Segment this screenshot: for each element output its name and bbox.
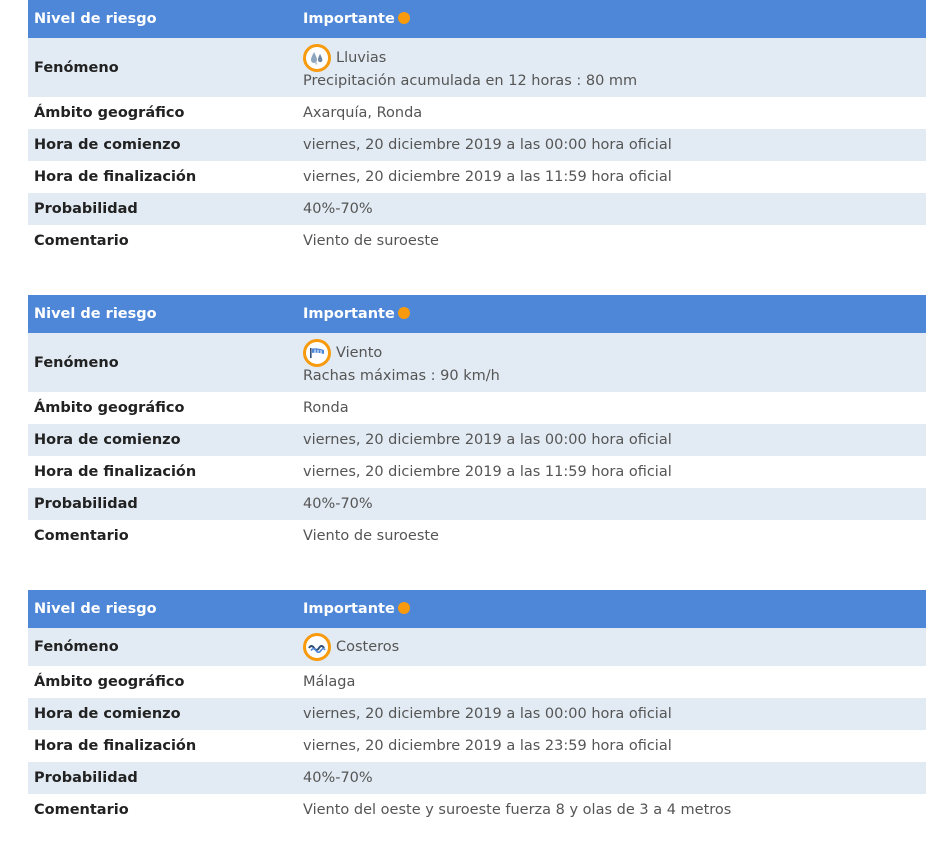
risk-level-text: Importante [303, 11, 395, 27]
phenomenon-row: Fenómeno Costeros [28, 628, 926, 666]
comment-label: Comentario [34, 233, 129, 249]
start-label: Hora de comienzo [28, 129, 297, 161]
area-value: Ronda [303, 400, 349, 416]
risk-level-label: Nivel de riesgo [28, 295, 297, 333]
phenomenon-label: Fenómeno [28, 333, 297, 392]
end-value: viernes, 20 diciembre 2019 a las 11:59 h… [303, 169, 672, 185]
area-label: Ámbito geográfico [34, 400, 185, 416]
risk-level-label: Nivel de riesgo [28, 590, 297, 628]
area-value: Málaga [303, 674, 356, 690]
phenomenon-row: Fenómeno Lluvias Precipitación acumulada… [28, 38, 926, 97]
phenomenon-name: Lluvias [336, 49, 387, 66]
area-row: Ámbito geográfico Ronda [28, 392, 926, 424]
phenomenon-label: Fenómeno [28, 628, 297, 666]
end-label: Hora de finalización [34, 464, 197, 480]
start-row: Hora de comienzo viernes, 20 diciembre 2… [28, 129, 926, 161]
phenomenon-name: Viento [336, 344, 383, 361]
risk-level-row: Nivel de riesgo Importante [28, 295, 926, 333]
comment-row: Comentario Viento de suroeste [28, 520, 926, 552]
probability-value: 40%-70% [297, 762, 926, 794]
comment-value: Viento de suroeste [303, 528, 439, 544]
start-value: viernes, 20 diciembre 2019 a las 00:00 h… [297, 424, 926, 456]
warning-table: Nivel de riesgo Importante Fenómeno Cost… [28, 590, 926, 826]
area-row: Ámbito geográfico Málaga [28, 666, 926, 698]
probability-row: Probabilidad 40%-70% [28, 488, 926, 520]
risk-level-dot-icon [397, 307, 410, 319]
comment-label: Comentario [34, 528, 129, 544]
risk-level-text: Importante [303, 601, 395, 617]
start-label: Hora de comienzo [28, 424, 297, 456]
rain-drops-icon [303, 43, 331, 72]
comment-value: Viento del oeste y suroeste fuerza 8 y o… [303, 802, 732, 818]
start-row: Hora de comienzo viernes, 20 diciembre 2… [28, 698, 926, 730]
start-label: Hora de comienzo [28, 698, 297, 730]
phenomenon-row: Fenómeno Viento Rachas máximas : 90 km/h [28, 333, 926, 392]
probability-label: Probabilidad [28, 762, 297, 794]
risk-level-dot-icon [397, 602, 410, 614]
warning-table: Nivel de riesgo Importante Fenómeno Lluv… [28, 0, 926, 257]
risk-level-row: Nivel de riesgo Importante [28, 590, 926, 628]
phenomenon-value: Viento Rachas máximas : 90 km/h [297, 333, 926, 392]
end-label: Hora de finalización [34, 738, 197, 754]
phenomenon-name: Costeros [336, 639, 400, 655]
probability-row: Probabilidad 40%-70% [28, 762, 926, 794]
risk-level-text: Importante [303, 306, 395, 322]
risk-level-value: Importante [297, 590, 926, 628]
comment-label: Comentario [34, 802, 129, 818]
area-row: Ámbito geográfico Axarquía, Ronda [28, 97, 926, 129]
warning-table: Nivel de riesgo Importante Fenómeno Vien… [28, 295, 926, 552]
phenomenon-value: Costeros [297, 628, 926, 666]
start-value: viernes, 20 diciembre 2019 a las 00:00 h… [297, 698, 926, 730]
risk-level-value: Importante [297, 295, 926, 333]
risk-level-row: Nivel de riesgo Importante [28, 0, 926, 38]
end-row: Hora de finalización viernes, 20 diciemb… [28, 161, 926, 193]
warnings-list: Nivel de riesgo Importante Fenómeno Lluv… [28, 0, 926, 864]
end-value: viernes, 20 diciembre 2019 a las 11:59 h… [303, 464, 672, 480]
phenomenon-label: Fenómeno [28, 38, 297, 97]
start-row: Hora de comienzo viernes, 20 diciembre 2… [28, 424, 926, 456]
phenomenon-detail: Precipitación acumulada en 12 horas : 80… [303, 72, 638, 89]
comment-row: Comentario Viento del oeste y suroeste f… [28, 794, 926, 826]
risk-level-dot-icon [397, 12, 410, 24]
phenomenon-value: Lluvias Precipitación acumulada en 12 ho… [297, 38, 926, 97]
comment-value: Viento de suroeste [303, 233, 439, 249]
wind-flag-icon [303, 338, 331, 367]
risk-level-value: Importante [297, 0, 926, 38]
area-label: Ámbito geográfico [34, 105, 185, 121]
coastal-waves-icon [303, 633, 331, 661]
phenomenon-detail: Rachas máximas : 90 km/h [303, 367, 500, 384]
area-value: Axarquía, Ronda [303, 105, 423, 121]
end-row: Hora de finalización viernes, 20 diciemb… [28, 456, 926, 488]
end-row: Hora de finalización viernes, 20 diciemb… [28, 730, 926, 762]
probability-label: Probabilidad [28, 488, 297, 520]
probability-value: 40%-70% [297, 488, 926, 520]
start-value: viernes, 20 diciembre 2019 a las 00:00 h… [297, 129, 926, 161]
probability-row: Probabilidad 40%-70% [28, 193, 926, 225]
end-value: viernes, 20 diciembre 2019 a las 23:59 h… [303, 738, 672, 754]
probability-label: Probabilidad [28, 193, 297, 225]
area-label: Ámbito geográfico [34, 674, 185, 690]
comment-row: Comentario Viento de suroeste [28, 225, 926, 257]
probability-value: 40%-70% [297, 193, 926, 225]
end-label: Hora de finalización [34, 169, 197, 185]
risk-level-label: Nivel de riesgo [28, 0, 297, 38]
